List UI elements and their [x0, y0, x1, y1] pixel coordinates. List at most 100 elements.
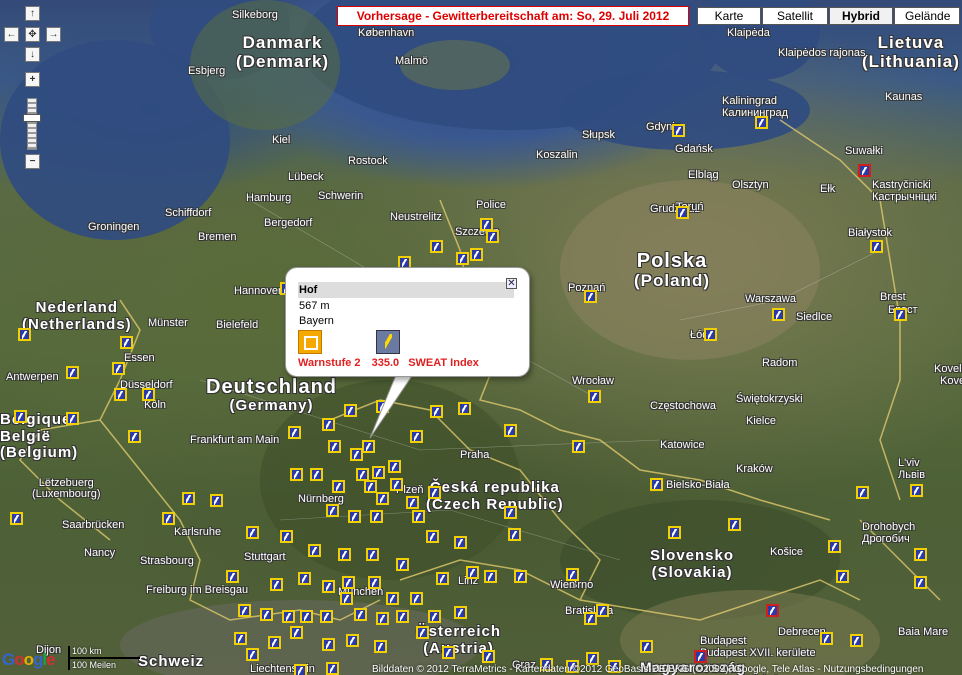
map-type-gelande[interactable]: Gelände — [894, 7, 960, 25]
storm-marker[interactable] — [328, 440, 341, 453]
storm-marker[interactable] — [428, 486, 441, 499]
storm-marker[interactable] — [308, 544, 321, 557]
info-close-button[interactable]: ✕ — [506, 278, 517, 289]
zoom-out-button[interactable]: − — [25, 154, 40, 169]
storm-marker[interactable] — [588, 390, 601, 403]
storm-marker[interactable] — [370, 510, 383, 523]
storm-marker[interactable] — [412, 510, 425, 523]
storm-marker[interactable] — [300, 610, 313, 623]
storm-marker[interactable] — [18, 328, 31, 341]
storm-marker[interactable] — [290, 468, 303, 481]
storm-marker[interactable] — [376, 612, 389, 625]
storm-marker[interactable] — [458, 402, 471, 415]
storm-marker[interactable] — [342, 576, 355, 589]
storm-marker[interactable] — [112, 362, 125, 375]
storm-marker[interactable] — [430, 240, 443, 253]
map-type-karte[interactable]: Karte — [697, 7, 761, 25]
storm-marker[interactable] — [668, 526, 681, 539]
storm-marker[interactable] — [406, 496, 419, 509]
storm-marker[interactable] — [914, 548, 927, 561]
google-logo[interactable]: Google — [2, 650, 56, 670]
storm-marker[interactable] — [704, 328, 717, 341]
pan-center-button[interactable]: ✥ — [25, 27, 40, 42]
storm-marker[interactable] — [162, 512, 175, 525]
storm-marker[interactable] — [755, 116, 768, 129]
storm-marker[interactable] — [910, 484, 923, 497]
storm-marker[interactable] — [66, 412, 79, 425]
storm-marker[interactable] — [282, 610, 295, 623]
storm-marker[interactable] — [566, 568, 579, 581]
storm-marker[interactable] — [456, 252, 469, 265]
storm-marker[interactable] — [508, 528, 521, 541]
storm-marker[interactable] — [470, 248, 483, 261]
storm-marker[interactable] — [584, 290, 597, 303]
storm-marker[interactable] — [234, 632, 247, 645]
storm-marker[interactable] — [298, 572, 311, 585]
storm-marker[interactable] — [260, 608, 273, 621]
pan-up-button[interactable]: ↑ — [25, 6, 40, 21]
storm-marker[interactable] — [362, 440, 375, 453]
storm-marker[interactable] — [672, 124, 685, 137]
storm-marker[interactable] — [320, 610, 333, 623]
storm-marker[interactable] — [10, 512, 23, 525]
storm-marker[interactable] — [348, 510, 361, 523]
storm-marker[interactable] — [640, 640, 653, 653]
storm-marker[interactable] — [66, 366, 79, 379]
storm-marker[interactable] — [142, 388, 155, 401]
storm-marker[interactable] — [332, 480, 345, 493]
pan-down-button[interactable]: ↓ — [25, 47, 40, 62]
storm-marker[interactable] — [128, 430, 141, 443]
storm-marker[interactable] — [210, 494, 223, 507]
storm-marker[interactable] — [436, 572, 449, 585]
pan-left-button[interactable]: ← — [4, 27, 19, 42]
storm-marker[interactable] — [288, 426, 301, 439]
map-type-hybrid[interactable]: Hybrid — [829, 7, 893, 25]
storm-marker[interactable] — [850, 634, 863, 647]
storm-marker[interactable] — [828, 540, 841, 553]
storm-marker[interactable] — [466, 566, 479, 579]
storm-marker[interactable] — [676, 206, 689, 219]
storm-marker[interactable] — [376, 492, 389, 505]
storm-marker[interactable] — [410, 592, 423, 605]
storm-marker[interactable] — [428, 610, 441, 623]
storm-marker[interactable] — [238, 604, 251, 617]
storm-marker[interactable] — [374, 640, 387, 653]
storm-marker[interactable] — [572, 440, 585, 453]
storm-marker[interactable] — [246, 526, 259, 539]
map-type-satellit[interactable]: Satellit — [762, 7, 828, 25]
storm-marker[interactable] — [268, 636, 281, 649]
storm-marker[interactable] — [442, 646, 455, 659]
zoom-slider-thumb[interactable] — [23, 114, 41, 122]
map-canvas[interactable]: Danmark (Denmark) Lietuva (Lithuania) Pols… — [0, 0, 962, 675]
storm-marker[interactable] — [694, 650, 707, 663]
storm-marker[interactable] — [326, 504, 339, 517]
storm-marker[interactable] — [484, 570, 497, 583]
storm-marker[interactable] — [650, 478, 663, 491]
storm-marker[interactable] — [728, 518, 741, 531]
storm-marker[interactable] — [416, 626, 429, 639]
storm-marker[interactable] — [386, 592, 399, 605]
storm-marker[interactable] — [372, 466, 385, 479]
storm-marker[interactable] — [766, 604, 779, 617]
storm-marker[interactable] — [396, 610, 409, 623]
pan-right-button[interactable]: → — [46, 27, 61, 42]
storm-marker[interactable] — [246, 648, 259, 661]
storm-marker[interactable] — [504, 506, 517, 519]
storm-marker[interactable] — [322, 638, 335, 651]
storm-marker[interactable] — [340, 592, 353, 605]
storm-marker[interactable] — [820, 632, 833, 645]
storm-marker[interactable] — [858, 164, 871, 177]
storm-marker[interactable] — [454, 536, 467, 549]
storm-marker[interactable] — [430, 405, 443, 418]
storm-marker[interactable] — [504, 424, 517, 437]
storm-marker[interactable] — [322, 418, 335, 431]
storm-marker[interactable] — [514, 570, 527, 583]
storm-marker[interactable] — [338, 548, 351, 561]
storm-marker[interactable] — [388, 460, 401, 473]
storm-marker[interactable] — [870, 240, 883, 253]
storm-marker[interactable] — [182, 492, 195, 505]
zoom-in-button[interactable]: + — [25, 72, 40, 87]
map-copyright[interactable]: Bilddaten © 2012 TerraMetrics - Kartenda… — [372, 664, 924, 675]
storm-marker[interactable] — [426, 530, 439, 543]
zoom-slider-track[interactable] — [27, 98, 37, 150]
